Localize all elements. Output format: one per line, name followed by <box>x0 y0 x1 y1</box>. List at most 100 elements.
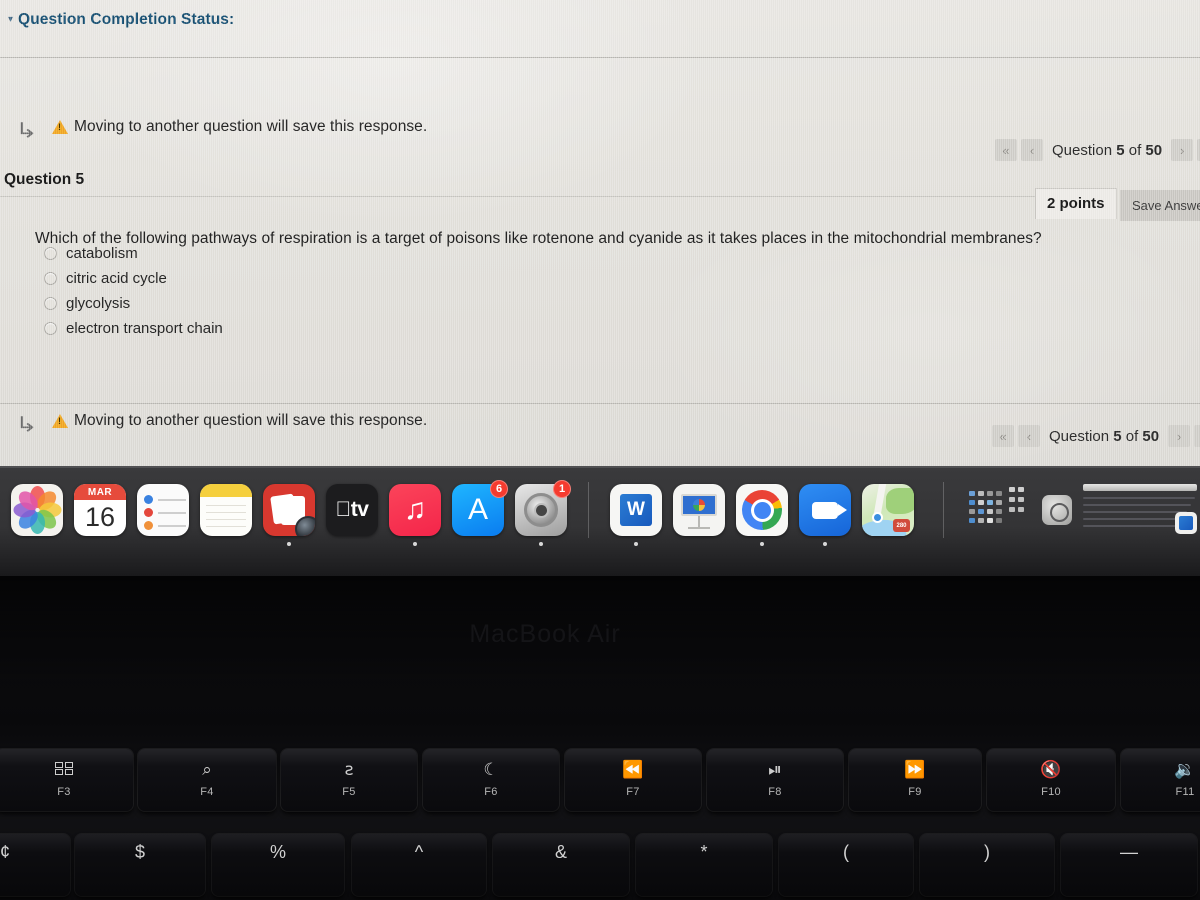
question-nav-top[interactable]: « ‹ Question 5 of 50 › » <box>995 139 1200 161</box>
answer-option-label-2: citric acid cycle <box>66 270 167 287</box>
key-label-f3: F3 <box>57 786 71 798</box>
key-glyph-asterisk: * <box>700 842 708 862</box>
key-f11[interactable]: 🔉 F11 <box>1121 749 1200 811</box>
macbook-keyboard-area: MacBook Air F3 ⌕ F4 ƨ F5 ☾ F6 ⏪ F7 ⏯ F8 … <box>0 576 1200 900</box>
key-label-f9: F9 <box>908 786 922 798</box>
nav-first-button-bottom[interactable]: « <box>992 425 1014 447</box>
macos-dock[interactable]: MAR 16 tv ♫ 6 A 1 W 280 <box>0 466 1200 576</box>
dock-item-photo-booth[interactable] <box>263 484 315 546</box>
answer-option-3[interactable]: glycolysis <box>44 291 223 316</box>
dock-top-edge <box>0 466 1200 468</box>
nav-prev-button-bottom[interactable]: ‹ <box>1018 425 1040 447</box>
dock-item-zoom[interactable] <box>799 484 851 546</box>
reminders-icon <box>137 484 189 536</box>
key-number-8[interactable]: ) <box>920 834 1054 896</box>
dock-item-photos[interactable] <box>11 484 63 536</box>
save-answer-button[interactable]: Save Answer <box>1120 190 1200 221</box>
key-number-1[interactable]: ¢ <box>0 834 70 896</box>
question-completion-status[interactable]: ▾ Question Completion Status: <box>8 11 234 29</box>
dock-stack-launchpad[interactable] <box>969 487 1031 533</box>
key-number-5[interactable]: & <box>493 834 629 896</box>
question-nav-bottom[interactable]: « ‹ Question 5 of 50 › » <box>992 425 1200 447</box>
radio-button-1[interactable] <box>44 247 57 260</box>
dock-item-word[interactable]: W <box>610 484 662 546</box>
key-number-6[interactable]: * <box>636 834 772 896</box>
dock-stack-documents[interactable] <box>1083 484 1200 536</box>
key-glyph-dash: — <box>1120 842 1138 862</box>
key-f6[interactable]: ☾ F6 <box>423 749 559 811</box>
warning-text-top: Moving to another question will save thi… <box>74 118 428 135</box>
fast-forward-icon: ⏩ <box>904 760 926 780</box>
key-number-4[interactable]: ^ <box>352 834 486 896</box>
dock-item-app-store[interactable]: 6 A <box>452 480 508 536</box>
radio-button-4[interactable] <box>44 322 57 335</box>
radio-button-3[interactable] <box>44 297 57 310</box>
system-preferences-badge: 1 <box>553 480 571 498</box>
dock-item-maps[interactable]: 280 <box>862 484 914 536</box>
dock-items-row: MAR 16 tv ♫ 6 A 1 W 280 <box>0 470 1200 550</box>
calendar-icon: MAR 16 <box>74 484 126 536</box>
spotlight-search-icon: ⌕ <box>202 760 212 780</box>
key-f5[interactable]: ƨ F5 <box>281 749 417 811</box>
key-number-7[interactable]: ( <box>779 834 913 896</box>
key-number-3[interactable]: % <box>212 834 344 896</box>
indent-arrow-icon: ↳ <box>15 119 38 143</box>
dock-item-keynote[interactable] <box>673 484 725 536</box>
question-rule <box>0 196 1040 197</box>
dock-item-reminders[interactable] <box>137 484 189 536</box>
dock-item-calendar[interactable]: MAR 16 <box>74 484 126 536</box>
dock-item-notes[interactable] <box>200 484 252 536</box>
question-counter-bottom: Question 5 of 50 <box>1049 427 1160 445</box>
key-f9[interactable]: ⏩ F9 <box>849 749 981 811</box>
question-points-badge: 2 points <box>1035 188 1117 219</box>
key-f7[interactable]: ⏪ F7 <box>565 749 701 811</box>
apple-tv-label: tv <box>343 498 369 521</box>
do-not-disturb-moon-icon: ☾ <box>483 760 499 780</box>
function-key-row: F3 ⌕ F4 ƨ F5 ☾ F6 ⏪ F7 ⏯ F8 ⏩ F9 🔇 F10 🔉… <box>0 749 1200 824</box>
key-f3[interactable]: F3 <box>0 749 133 811</box>
macbook-air-logo: MacBook Air <box>469 620 621 648</box>
answer-option-2[interactable]: citric acid cycle <box>44 266 223 291</box>
answer-option-1[interactable]: catabolism <box>44 241 223 266</box>
warning-text-bottom: Moving to another question will save thi… <box>74 412 428 429</box>
dock-separator <box>588 482 589 538</box>
maps-icon: 280 <box>862 484 914 536</box>
mute-volume-icon: 🔇 <box>1040 760 1062 780</box>
question-title: Question 5 <box>4 171 85 188</box>
answer-option-4[interactable]: electron transport chain <box>44 316 223 341</box>
zoom-camera-icon <box>799 484 851 536</box>
dock-item-apple-tv[interactable]: tv <box>326 484 378 536</box>
dock-item-system-preferences[interactable]: 1 <box>515 480 571 546</box>
nav-next-button-bottom[interactable]: › <box>1168 425 1191 447</box>
dock-item-chrome[interactable] <box>736 484 788 546</box>
dock-stack-finder[interactable] <box>1042 495 1072 525</box>
microsoft-word-icon: W <box>610 484 662 536</box>
finder-stack-icon <box>1042 495 1072 525</box>
answer-option-label-4: electron transport chain <box>66 320 223 337</box>
key-label-f6: F6 <box>484 786 498 798</box>
nav-prev-button[interactable]: ‹ <box>1021 139 1043 161</box>
collapse-caret-icon[interactable]: ▾ <box>8 15 13 25</box>
launchpad-grid-icon <box>969 487 1031 533</box>
radio-button-2[interactable] <box>44 272 57 285</box>
app-store-badge: 6 <box>490 480 508 498</box>
key-number-9[interactable]: — <box>1061 834 1197 896</box>
nav-first-button[interactable]: « <box>995 139 1017 161</box>
google-chrome-icon <box>736 484 788 536</box>
key-f10[interactable]: 🔇 F10 <box>987 749 1115 811</box>
dock-item-music[interactable]: ♫ <box>389 484 441 546</box>
apple-tv-icon: tv <box>326 484 378 536</box>
nav-last-button-bottom[interactable]: » <box>1194 425 1200 447</box>
photos-icon <box>11 484 63 536</box>
nav-next-button[interactable]: › <box>1171 139 1194 161</box>
mission-control-icon <box>55 762 73 779</box>
answer-option-label-1: catabolism <box>66 245 138 262</box>
key-glyph-ampersand: & <box>554 842 567 862</box>
answer-option-label-3: glycolysis <box>66 295 131 312</box>
key-number-2[interactable]: $ <box>75 834 205 896</box>
key-f8[interactable]: ⏯ F8 <box>707 749 843 811</box>
notes-icon <box>200 484 252 536</box>
keynote-icon <box>673 484 725 536</box>
key-f4[interactable]: ⌕ F4 <box>138 749 276 811</box>
calendar-day: 16 <box>84 501 116 532</box>
